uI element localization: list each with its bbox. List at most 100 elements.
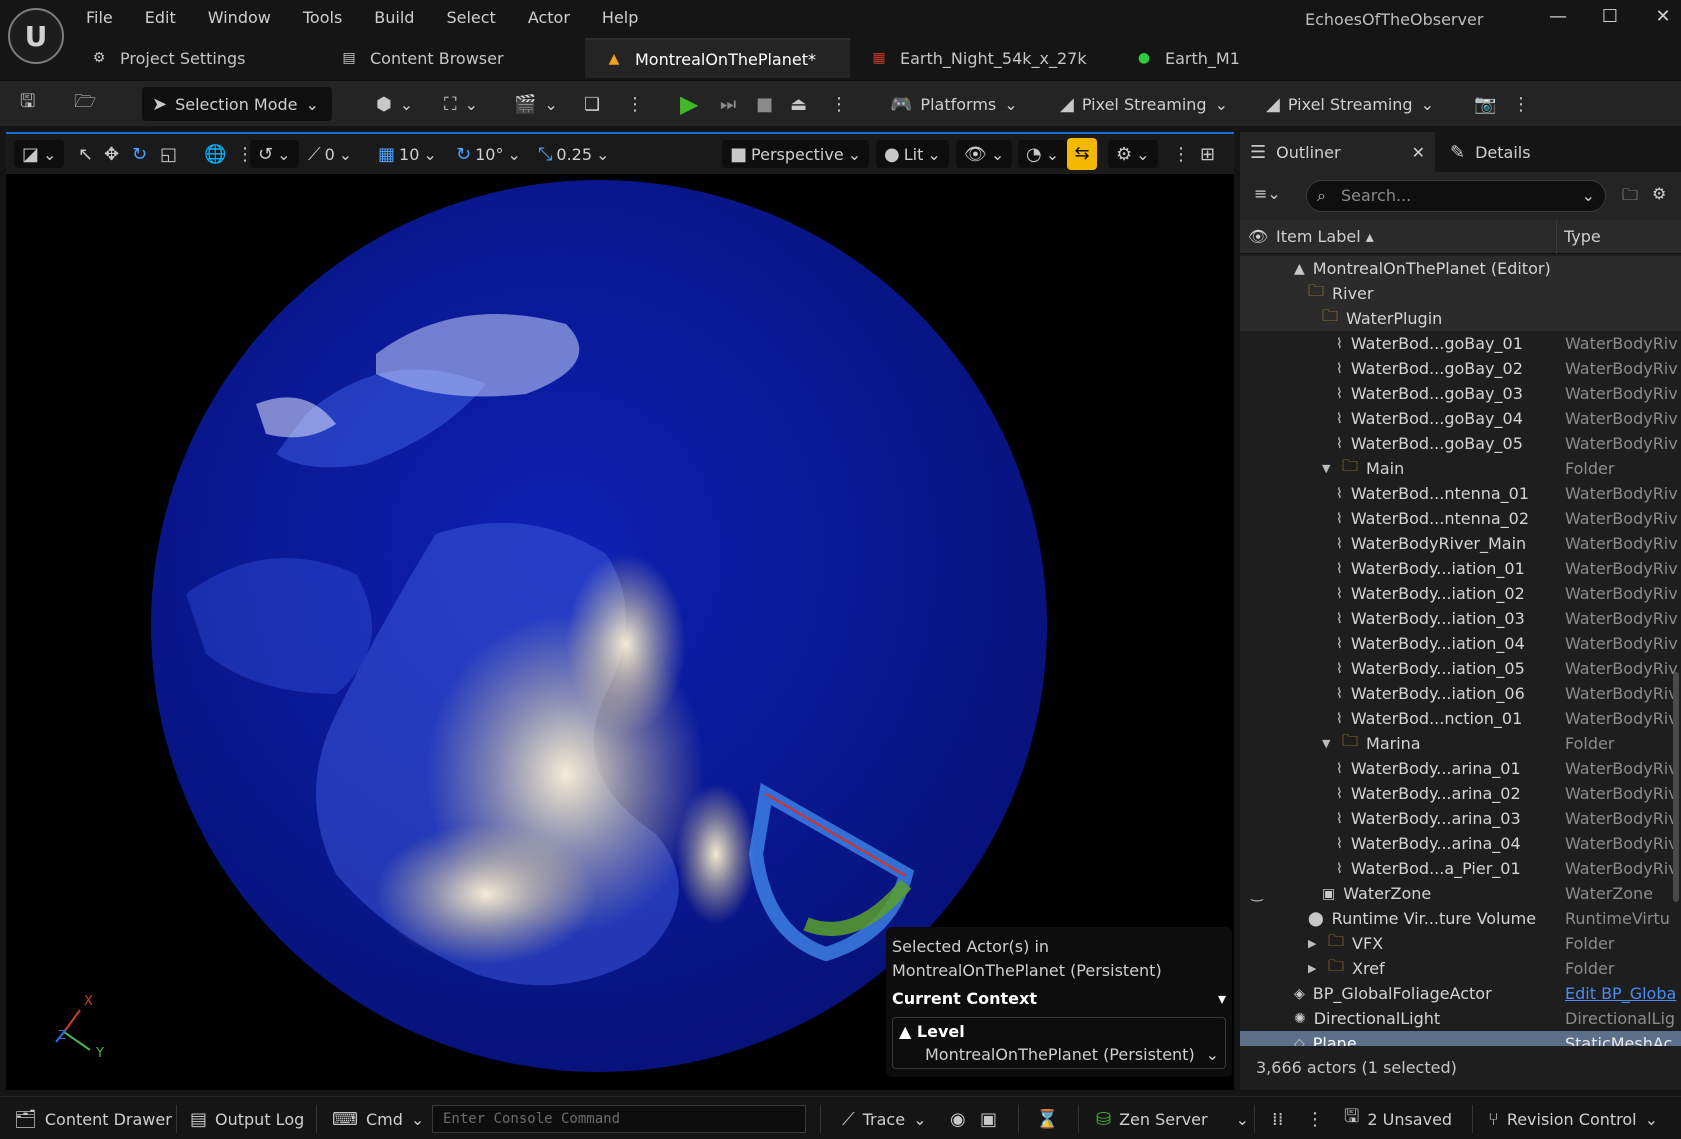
screenshot-icon[interactable]: ▣ (980, 1105, 997, 1133)
outliner-row[interactable]: ⌇ WaterBod...goBay_05 WaterBodyRiv (1240, 431, 1681, 456)
trace-dropdown[interactable]: ⟋ Trace ⌄ (842, 1105, 926, 1133)
tab-details[interactable]: ✎ Details (1440, 132, 1541, 172)
outliner-settings-icon[interactable]: ⚙ (1652, 184, 1666, 203)
outliner-row[interactable]: ▶ 🗀 Xref Folder (1240, 956, 1681, 981)
outliner-row[interactable]: ▲ MontrealOnThePlanet (Editor) (1240, 256, 1681, 281)
column-item-label[interactable]: Item Label ▴ (1276, 227, 1374, 246)
show-dropdown[interactable]: 👁 ⌄ (956, 140, 1013, 168)
outliner-row[interactable]: ⌇ WaterBody...arina_01 WaterBodyRiv (1240, 756, 1681, 781)
performance-dropdown[interactable]: ◔ ⌄ (1018, 140, 1068, 168)
source-control-icon[interactable]: ❏ (584, 87, 600, 121)
tab-montreal-on-the-planet[interactable]: ▲ MontrealOnThePlanet* (585, 38, 850, 78)
outliner-row[interactable]: ⌇ WaterBod...nction_01 WaterBodyRiv (1240, 706, 1681, 731)
unreal-logo-icon[interactable]: U (8, 8, 64, 64)
outliner-row[interactable]: ▼ 🗀 Marina Folder (1240, 731, 1681, 756)
outliner-row[interactable]: ⌇ WaterBod...ntenna_02 WaterBodyRiv (1240, 506, 1681, 531)
layout-icon[interactable]: ⊞ (1200, 140, 1215, 168)
outliner-row[interactable]: ⌇ WaterBod...ntenna_01 WaterBodyRiv (1240, 481, 1681, 506)
collapse-arrow-icon[interactable]: ▶ (1308, 962, 1320, 975)
grid-menu-icon[interactable]: ⁞⁞ (1272, 1105, 1283, 1133)
menu-file[interactable]: File (70, 6, 129, 32)
content-drawer-button[interactable]: 🗂 Content Drawer (14, 1105, 172, 1133)
tab-project-settings[interactable]: ⚙ Project Settings (70, 38, 320, 78)
cinematics-icon[interactable]: 🎬 ⌄ (514, 87, 558, 121)
expand-arrow-icon[interactable]: ▼ (1322, 462, 1334, 475)
blueprint-icon[interactable]: ⛶ ⌄ (444, 87, 478, 121)
outliner-row[interactable]: ⌇ WaterBody...iation_03 WaterBodyRiv (1240, 606, 1681, 631)
collapse-arrow-icon[interactable]: ▶ (1308, 937, 1320, 950)
tab-content-browser[interactable]: ▤ Content Browser (320, 38, 585, 78)
maximize-icon[interactable]: ☐ (1597, 6, 1623, 32)
viewport-settings-dropdown[interactable]: ⚙ ⌄ (1108, 140, 1158, 168)
step-icon[interactable]: ⏭ (720, 87, 736, 121)
play-icon[interactable]: ▶ (680, 87, 698, 121)
minimize-icon[interactable]: — (1545, 6, 1571, 32)
launch-icon[interactable]: ⏏ (790, 87, 807, 121)
realtime-toggle-icon[interactable]: ⇆ (1067, 138, 1097, 170)
play-options-icon[interactable]: ⋮ (830, 87, 848, 121)
console-command-input[interactable]: Enter Console Command (432, 1105, 806, 1133)
outliner-row[interactable]: ⌇ WaterBody...iation_02 WaterBodyRiv (1240, 581, 1681, 606)
derived-data-icon[interactable]: ⌛ (1036, 1105, 1058, 1133)
outliner-row[interactable]: ‿ ▣ WaterZone WaterZone (1240, 881, 1681, 906)
more-options-icon[interactable]: ⋮ (626, 87, 644, 121)
menu-help[interactable]: Help (586, 6, 654, 32)
lit-dropdown[interactable]: ● Lit ⌄ (876, 140, 949, 168)
more-viewport-icon[interactable]: ⋮ (1172, 140, 1190, 168)
outliner-row[interactable]: ◈ BP_GlobalFoliageActor Edit BP_Globa (1240, 981, 1681, 1006)
menu-edit[interactable]: Edit (129, 6, 192, 32)
add-folder-icon[interactable]: 🗀 (1622, 184, 1638, 211)
close-window-icon[interactable]: ✕ (1650, 6, 1676, 32)
rotate-icon[interactable]: ↻ (132, 140, 147, 168)
menu-actor[interactable]: Actor (512, 6, 586, 32)
outliner-row[interactable]: ⌇ WaterBody...iation_05 WaterBodyRiv (1240, 656, 1681, 681)
outliner-row[interactable]: ✺ DirectionalLight DirectionalLig (1240, 1006, 1681, 1031)
scale-snap[interactable]: ⤡ 0.25 ⌄ (538, 140, 609, 168)
pixel-streaming-dropdown-1[interactable]: ◢ Pixel Streaming ⌄ (1060, 87, 1228, 121)
outliner-row[interactable]: ⌇ WaterBody...iation_06 WaterBodyRiv (1240, 681, 1681, 706)
surface-snap-icon[interactable]: ↺ ⌄ (250, 140, 299, 168)
status-more-icon[interactable]: ⋮ (1306, 1105, 1324, 1133)
current-context-header[interactable]: Current Context ▾ (892, 987, 1226, 1011)
visibility-toggle-icon[interactable]: ‿ (1244, 886, 1270, 902)
camera-icon[interactable]: 📷 (1474, 87, 1496, 121)
level-viewport[interactable]: ◪ ⌄ ↖ ✥ ↻ ◱ 🌐 ⋮ ↺ ⌄ ⟋ 0 ⌄ ▦ 10 ⌄ ↻ 10° ⌄ ⤡ 0.… (6, 132, 1234, 1090)
world-local-icon[interactable]: 🌐 (204, 140, 226, 168)
tab-earth-night-texture[interactable]: ▦ Earth_Night_54k_x_27k (850, 38, 1115, 78)
outliner-row[interactable]: ⌇ WaterBod...goBay_04 WaterBodyRiv (1240, 406, 1681, 431)
browse-icon[interactable]: 🗁 (74, 87, 96, 121)
add-actor-icon[interactable]: ⬢ ⌄ (376, 87, 413, 121)
zen-server-dropdown[interactable]: ⛁ Zen Server ⌄ (1096, 1105, 1249, 1133)
translate-snap[interactable]: ⟋ 0 ⌄ (308, 140, 352, 168)
menu-build[interactable]: Build (358, 6, 430, 32)
stop-icon[interactable]: ■ (756, 87, 773, 121)
outliner-row[interactable]: ⌇ WaterBod...goBay_01 WaterBodyRiv (1240, 331, 1681, 356)
outliner-row[interactable]: 🗀 River (1240, 281, 1681, 306)
edit-blueprint-link[interactable]: Edit BP_Globa (1565, 984, 1681, 1003)
expand-arrow-icon[interactable]: ▼ (1322, 737, 1334, 750)
platforms-dropdown[interactable]: 🎮 Platforms ⌄ (890, 87, 1018, 121)
outliner-row[interactable]: ⌇ WaterBody...iation_01 WaterBodyRiv (1240, 556, 1681, 581)
grid-snap[interactable]: ▦ 10 ⌄ (378, 140, 437, 168)
unsaved-button[interactable]: 🖫 2 Unsaved (1344, 1105, 1452, 1133)
menu-select[interactable]: Select (430, 6, 511, 32)
outliner-search-input[interactable]: ⌕ Search... ⌄ (1306, 180, 1606, 212)
outliner-row[interactable]: ⌇ WaterBod...goBay_03 WaterBodyRiv (1240, 381, 1681, 406)
outliner-row[interactable]: ⌇ WaterBody...arina_04 WaterBodyRiv (1240, 831, 1681, 856)
scale-icon[interactable]: ◱ (160, 140, 177, 168)
outliner-row[interactable]: ⌇ WaterBody...arina_02 WaterBodyRiv (1240, 781, 1681, 806)
perspective-dropdown[interactable]: ■ Perspective ⌄ (722, 140, 870, 168)
outliner-row[interactable]: ▼ 🗀 Main Folder (1240, 456, 1681, 481)
menu-tools[interactable]: Tools (287, 6, 358, 32)
outliner-row[interactable]: ⬤ Runtime Vir...ture Volume RuntimeVirtu (1240, 906, 1681, 931)
revision-control-dropdown[interactable]: ⑂ Revision Control ⌄ (1488, 1105, 1658, 1133)
outliner-row[interactable]: ⌇ WaterBod...a_Pier_01 WaterBodyRiv (1240, 856, 1681, 881)
filter-icon[interactable]: ≡⌄ (1254, 184, 1281, 203)
tab-earth-m1[interactable]: ● Earth_M1 (1115, 38, 1275, 78)
save-icon[interactable]: 🖫 (20, 87, 35, 121)
cmd-dropdown[interactable]: ⌨ Cmd ⌄ (332, 1105, 424, 1133)
outliner-row[interactable]: ⌇ WaterBod...goBay_02 WaterBodyRiv (1240, 356, 1681, 381)
pixel-streaming-dropdown-2[interactable]: ◢ Pixel Streaming ⌄ (1266, 87, 1434, 121)
close-tab-icon[interactable]: ✕ (1412, 143, 1425, 162)
outliner-row[interactable]: ⌇ WaterBodyRiver_Main WaterBodyRiv (1240, 531, 1681, 556)
